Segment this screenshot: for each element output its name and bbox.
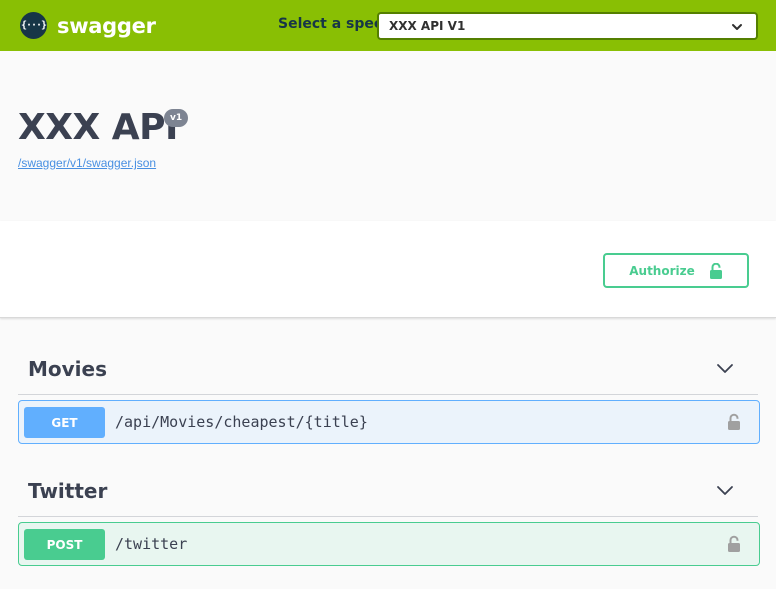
tag-title: Twitter <box>28 479 108 503</box>
authorize-button[interactable]: Authorize <box>603 253 749 288</box>
method-badge: POST <box>24 529 105 560</box>
spec-select[interactable]: XXX API V1 <box>377 12 758 40</box>
info-section: XXX API v1 /swagger/v1/swagger.json <box>0 51 776 221</box>
tag-header-movies[interactable]: Movies <box>18 335 758 395</box>
spec-select-value: XXX API V1 <box>389 19 466 33</box>
operation-path: /api/Movies/cheapest/{title} <box>115 413 368 431</box>
unlock-icon <box>709 262 722 279</box>
operation-path: /twitter <box>115 535 188 553</box>
version-badge: v1 <box>164 109 189 127</box>
chevron-down-icon[interactable] <box>716 481 734 499</box>
brand-name: swagger <box>57 13 156 38</box>
swagger-logo-icon: {···} <box>20 12 47 39</box>
authorize-label: Authorize <box>629 263 695 278</box>
method-badge: GET <box>24 407 105 438</box>
scheme-container: Authorize <box>0 221 776 318</box>
spec-select-label: Select a spec <box>278 16 383 32</box>
top-bar: {···} swagger Select a spec XXX API V1 <box>0 0 776 51</box>
tag-title: Movies <box>28 357 108 381</box>
tag-header-twitter[interactable]: Twitter <box>18 457 758 517</box>
operation-post-twitter[interactable]: POST /twitter <box>18 522 760 566</box>
chevron-down-icon[interactable] <box>716 359 734 377</box>
spec-url-link[interactable]: /swagger/v1/swagger.json <box>18 156 156 170</box>
lock-icon[interactable] <box>727 535 741 552</box>
logo-glyph: {···} <box>20 20 47 31</box>
chevron-down-icon <box>732 24 742 30</box>
brand-link[interactable]: {···} swagger <box>20 12 156 39</box>
operation-get-movies-cheapest[interactable]: GET /api/Movies/cheapest/{title} <box>18 400 760 444</box>
api-title: XXX API <box>18 107 178 148</box>
lock-icon[interactable] <box>727 413 741 430</box>
